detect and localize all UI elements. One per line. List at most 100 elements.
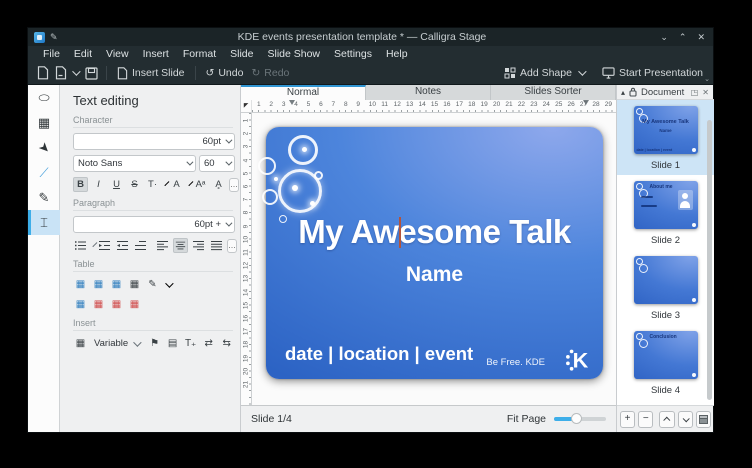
slide-thumbnail[interactable]: About me [634, 181, 698, 229]
connector-tool[interactable]: ⟋ [28, 160, 60, 185]
open-document-icon[interactable] [52, 64, 70, 82]
save-icon[interactable] [82, 64, 100, 82]
section-icon[interactable]: ▤ [165, 336, 180, 351]
menu-slide-show[interactable]: Slide Show [260, 46, 327, 62]
decrease-indent-button[interactable] [97, 238, 112, 253]
titlebar[interactable]: ✎ KDE events presentation template * — C… [28, 28, 713, 46]
font-size-combo[interactable]: 60 [199, 155, 235, 172]
list-style-button[interactable] [73, 238, 88, 253]
change-case-button[interactable]: T· [145, 177, 160, 192]
add-slide-button[interactable]: + [620, 411, 635, 428]
insert-table-button[interactable]: ▦ [73, 336, 88, 351]
slide-canvas[interactable]: My Awesome Talk Name date | location | e… [241, 113, 616, 405]
redo-button[interactable]: ↻ Redo [247, 64, 293, 83]
variable-label[interactable]: Variable [94, 338, 128, 349]
character-more-button[interactable]: … [229, 178, 239, 192]
font-family-combo[interactable]: Noto Sans [73, 155, 196, 172]
collapse-icon[interactable]: ▴ [621, 88, 625, 97]
docker-close-icon[interactable]: ✕ [702, 88, 709, 97]
bookmark-icon[interactable]: ⚑ [147, 336, 162, 351]
float-icon[interactable]: ◳ [691, 88, 699, 97]
remove-slide-button[interactable]: − [638, 411, 653, 428]
slide-footer-text[interactable]: date | location | event [285, 343, 473, 365]
pin-icon[interactable]: ✎ [50, 32, 58, 43]
menu-view[interactable]: View [99, 46, 136, 62]
docker-scrollbar[interactable] [707, 120, 712, 400]
menu-file[interactable]: File [36, 46, 67, 62]
slide-thumbnail[interactable]: My Awesome TalkNamedate | location | eve… [634, 106, 698, 154]
thumbnail-item-slide-2[interactable]: About meSlide 2 [617, 175, 714, 250]
swap-direction-icon[interactable]: ⇄ [201, 336, 216, 351]
italic-button[interactable]: I [91, 177, 106, 192]
menu-edit[interactable]: Edit [67, 46, 99, 62]
align-justify-button[interactable] [209, 238, 224, 253]
close-icon[interactable]: ✕ [697, 32, 705, 43]
slide-page[interactable]: My Awesome Talk Name date | location | e… [266, 127, 603, 379]
menu-help[interactable]: Help [379, 46, 415, 62]
menu-slide[interactable]: Slide [223, 46, 260, 62]
zoom-slider[interactable] [554, 417, 606, 421]
pointer-tool[interactable]: ➤ [28, 135, 60, 160]
undo-button[interactable]: ↺ Undo [202, 64, 248, 83]
menu-format[interactable]: Format [176, 46, 223, 62]
thumbnail-item-slide-4[interactable]: ConclusionSlide 4 [617, 325, 714, 400]
tab-normal[interactable]: Normal [241, 85, 366, 100]
insert-slide-button[interactable]: Insert Slide [113, 64, 189, 83]
slide-title-text[interactable]: My Awesome Talk [266, 213, 603, 251]
move-slide-down-button[interactable] [678, 411, 693, 428]
subscript-button[interactable]: Ḁ [211, 177, 226, 192]
align-left-button[interactable] [155, 238, 170, 253]
maximize-icon[interactable]: ⌃ [679, 32, 687, 43]
add-shape-button[interactable]: Add Shape [500, 64, 588, 83]
thumbnail-item-slide-3[interactable]: Slide 3 [617, 250, 714, 325]
minimize-icon[interactable]: ⌄ [660, 32, 668, 43]
bold-button[interactable]: B [73, 177, 88, 192]
slide-thumbnail[interactable] [634, 256, 698, 304]
merge-cells-button[interactable]: ▦ [127, 277, 142, 292]
zoom-mode-label[interactable]: Fit Page [507, 413, 546, 425]
underline-button[interactable]: U [109, 177, 124, 192]
lock-icon[interactable] [629, 87, 637, 97]
open-dropdown-icon[interactable] [72, 67, 80, 75]
zoom-slider-knob[interactable] [571, 413, 582, 424]
first-line-indent-button[interactable] [133, 238, 148, 253]
insert-column-left-button[interactable]: ▦ [109, 277, 124, 292]
text-style-icon[interactable]: T₊ [183, 336, 198, 351]
ruler-corner[interactable]: ◤ [241, 100, 252, 113]
border-pen-button[interactable]: ✎ [145, 277, 160, 292]
toolbar-overflow-icon[interactable]: ⌄ [704, 75, 710, 83]
paragraph-size-combo[interactable]: 60pt + [73, 216, 235, 233]
increase-indent-button[interactable] [115, 238, 130, 253]
insert-row-below-button[interactable]: ▦ [91, 277, 106, 292]
text-color-button[interactable]: A [169, 177, 184, 192]
text-tool[interactable]: ⌶ [28, 210, 60, 235]
paragraph-more-button[interactable]: … [227, 239, 237, 253]
menu-settings[interactable]: Settings [327, 46, 379, 62]
thumbnail-item-slide-1[interactable]: My Awesome TalkNamedate | location | eve… [617, 100, 714, 175]
strikethrough-button[interactable]: S [127, 177, 142, 192]
border-pen-button-dropdown-icon[interactable] [165, 279, 173, 287]
move-slide-up-button[interactable] [659, 411, 674, 428]
variable-dropdown-icon[interactable] [133, 338, 141, 346]
table-tool[interactable]: ▦ [28, 110, 60, 135]
tab-notes[interactable]: Notes [366, 85, 491, 100]
tab-slides-sorter[interactable]: Slides Sorter [491, 85, 616, 100]
split-cells-button[interactable]: ▦ [73, 297, 88, 312]
new-document-icon[interactable] [34, 64, 52, 82]
slide-thumbnail[interactable]: Conclusion [634, 331, 698, 379]
delete-column-button[interactable]: ▦ [109, 297, 124, 312]
horizontal-ruler[interactable]: 1234567891011121314151617181920212223242… [252, 100, 616, 113]
delete-row-button[interactable]: ▦ [91, 297, 106, 312]
insert-row-above-button[interactable]: ▦ [73, 277, 88, 292]
align-center-button[interactable] [173, 238, 188, 253]
thumbnail-view-button[interactable] [696, 411, 711, 428]
split-sections-icon[interactable]: ⇆ [219, 336, 234, 351]
basic-shapes-tool[interactable]: ⬭ [28, 85, 60, 110]
paragraph-style-combo[interactable]: 60pt [73, 133, 235, 150]
freehand-path-tool[interactable]: ✎ [28, 185, 60, 210]
superscript-button[interactable]: Aᵃ [193, 177, 208, 192]
slide-subtitle-text[interactable]: Name [266, 263, 603, 287]
delete-table-button[interactable]: ▦ [127, 297, 142, 312]
start-presentation-button[interactable]: Start Presentation [598, 64, 707, 83]
align-right-button[interactable] [191, 238, 206, 253]
